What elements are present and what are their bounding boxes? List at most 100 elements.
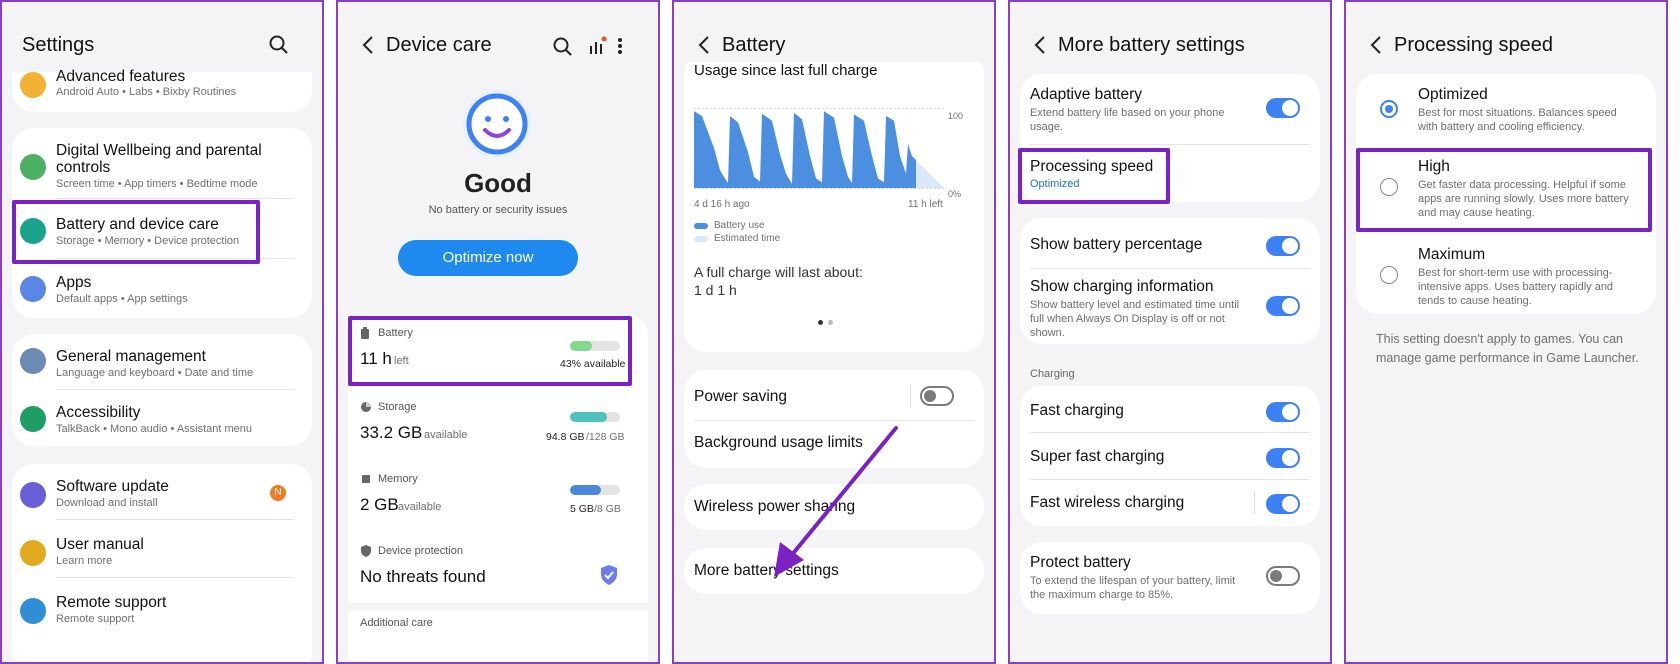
storage-value: 33.2 GB [360,423,423,442]
divider [1030,432,1310,433]
storage-detail-total: /128 GB [586,431,625,443]
settings-item-sub: Learn more [56,555,113,567]
option-sub: Best for most situations. Balances speed… [1418,107,1617,133]
settings-item-label[interactable]: Apps [56,274,91,292]
full-charge-label: A full charge will last about: [694,264,863,280]
accessibility-icon [20,406,46,432]
settings-item-label[interactable]: Advanced features [56,68,185,86]
page-title: Processing speed [1394,34,1553,56]
option-label[interactable]: Optimized [1418,86,1488,104]
header: Settings [2,2,322,76]
protect-card: Protect battery To extend the lifespan o… [1020,542,1320,614]
page-title: Battery [722,34,786,56]
storage-level-bar [570,412,620,422]
show-charging-info-label[interactable]: Show charging information [1030,278,1214,296]
adaptive-battery-label[interactable]: Adaptive battery [1030,86,1142,104]
show-battery-percentage-label[interactable]: Show battery percentage [1030,236,1202,254]
settings-item-sub: Remote support [56,613,135,625]
radio-optimized[interactable] [1380,100,1398,118]
header: Device care [338,2,658,76]
settings-item-label[interactable]: User manual [56,536,144,554]
protection-label: Device protection [378,545,463,557]
diagnostics-icon[interactable] [588,36,608,56]
show-charging-info-sub: Show battery level and estimated time un… [1030,299,1240,339]
radio-maximum[interactable] [1380,266,1398,284]
settings-item-label[interactable]: Remote support [56,594,166,612]
legend-swatch-est [694,236,708,242]
remote-support-icon [20,598,46,624]
fast-wireless-charging-toggle[interactable] [1266,494,1300,514]
divider [348,603,648,611]
option-label[interactable]: Maximum [1418,246,1485,264]
divider [694,420,974,421]
charging-section-heading: Charging [1030,368,1075,380]
page-dot [828,320,833,325]
processing-speed-panel: Processing speed Optimized Best for most… [1344,0,1668,664]
adaptive-battery-sub: Extend battery life based on your phone … [1030,107,1225,133]
settings-item-label[interactable]: Accessibility [56,404,140,422]
shield-check-icon [601,565,617,585]
wellbeing-icon [20,154,46,180]
highlight-processing-speed [1018,148,1170,204]
vertical-separator [910,384,911,408]
back-arrow-icon[interactable] [1028,32,1054,58]
settings-item-sub: Default apps • App settings [56,293,188,305]
super-fast-charging-label[interactable]: Super fast charging [1030,448,1164,466]
highlight-high-option [1356,148,1652,232]
storage-unit: available [424,429,468,441]
storage-detail-used: 94.8 GB [546,431,585,443]
additional-care-heading: Additional care [360,617,433,629]
back-arrow-icon[interactable] [1364,32,1390,58]
device-care-panel: Device care Good No battery or security … [336,0,660,664]
protect-battery-label[interactable]: Protect battery [1030,554,1131,572]
search-icon[interactable] [552,36,574,58]
memory-detail-used: 5 GB [570,503,594,515]
fast-charging-label[interactable]: Fast charging [1030,402,1124,420]
search-icon[interactable] [268,34,290,56]
pointer-arrow [774,426,898,577]
memory-label: Memory [378,473,418,485]
power-saving-label[interactable]: Power saving [694,388,787,406]
settings-item-sub: Language and keyboard • Date and time [56,367,254,379]
games-note: This setting doesn't apply to games. You… [1376,332,1639,365]
optimize-now-button[interactable]: Optimize now [398,240,578,276]
more-battery-settings-panel: More battery settings Adaptive battery E… [1008,0,1332,664]
divider [56,519,294,520]
more-options-icon[interactable] [616,36,624,56]
divider [56,198,294,199]
back-arrow-icon[interactable] [356,32,382,58]
settings-panel: Settings Advanced features Android Auto … [0,0,324,664]
show-charging-info-toggle[interactable] [1266,296,1300,316]
divider [56,577,294,578]
display-card: Show battery percentage Show charging in… [1020,218,1320,344]
power-saving-toggle[interactable] [920,386,954,406]
fast-charging-toggle[interactable] [1266,402,1300,422]
settings-item-label-line2[interactable]: controls [56,159,110,177]
header: Processing speed [1346,2,1666,76]
settings-item-label[interactable]: General management [56,348,206,366]
chart-y-top: 100 [948,111,964,121]
header: More battery settings [1010,2,1330,76]
fast-wireless-charging-label[interactable]: Fast wireless charging [1030,494,1184,512]
settings-group-4: Software update Download and install N U… [12,464,312,662]
divider [1030,144,1310,145]
divider [56,389,294,390]
protect-battery-toggle[interactable] [1266,566,1300,586]
chart-x-left: 4 d 16 h ago [694,199,750,210]
chart-x-right: 11 h left [908,199,943,210]
full-charge-value: 1 d 1 h [694,282,737,298]
chart-y-bottom: 0% [948,189,962,199]
smiley-status-icon [463,90,531,158]
adaptive-battery-toggle[interactable] [1266,98,1300,118]
settings-item-label[interactable]: Software update [56,478,169,496]
settings-item-sub: TalkBack • Mono audio • Assistant menu [56,423,253,435]
option-sub: Best for short-term use with processing-… [1418,267,1614,307]
settings-item-label[interactable]: Digital Wellbeing and parental [56,142,262,160]
show-battery-percentage-toggle[interactable] [1266,236,1300,256]
settings-item-sub: Screen time • App timers • Bedtime mode [56,178,258,190]
back-arrow-icon[interactable] [692,32,718,58]
settings-group-3: General management Language and keyboard… [12,334,312,446]
advanced-features-icon [20,72,46,98]
memory-icon [362,475,370,483]
super-fast-charging-toggle[interactable] [1266,448,1300,468]
